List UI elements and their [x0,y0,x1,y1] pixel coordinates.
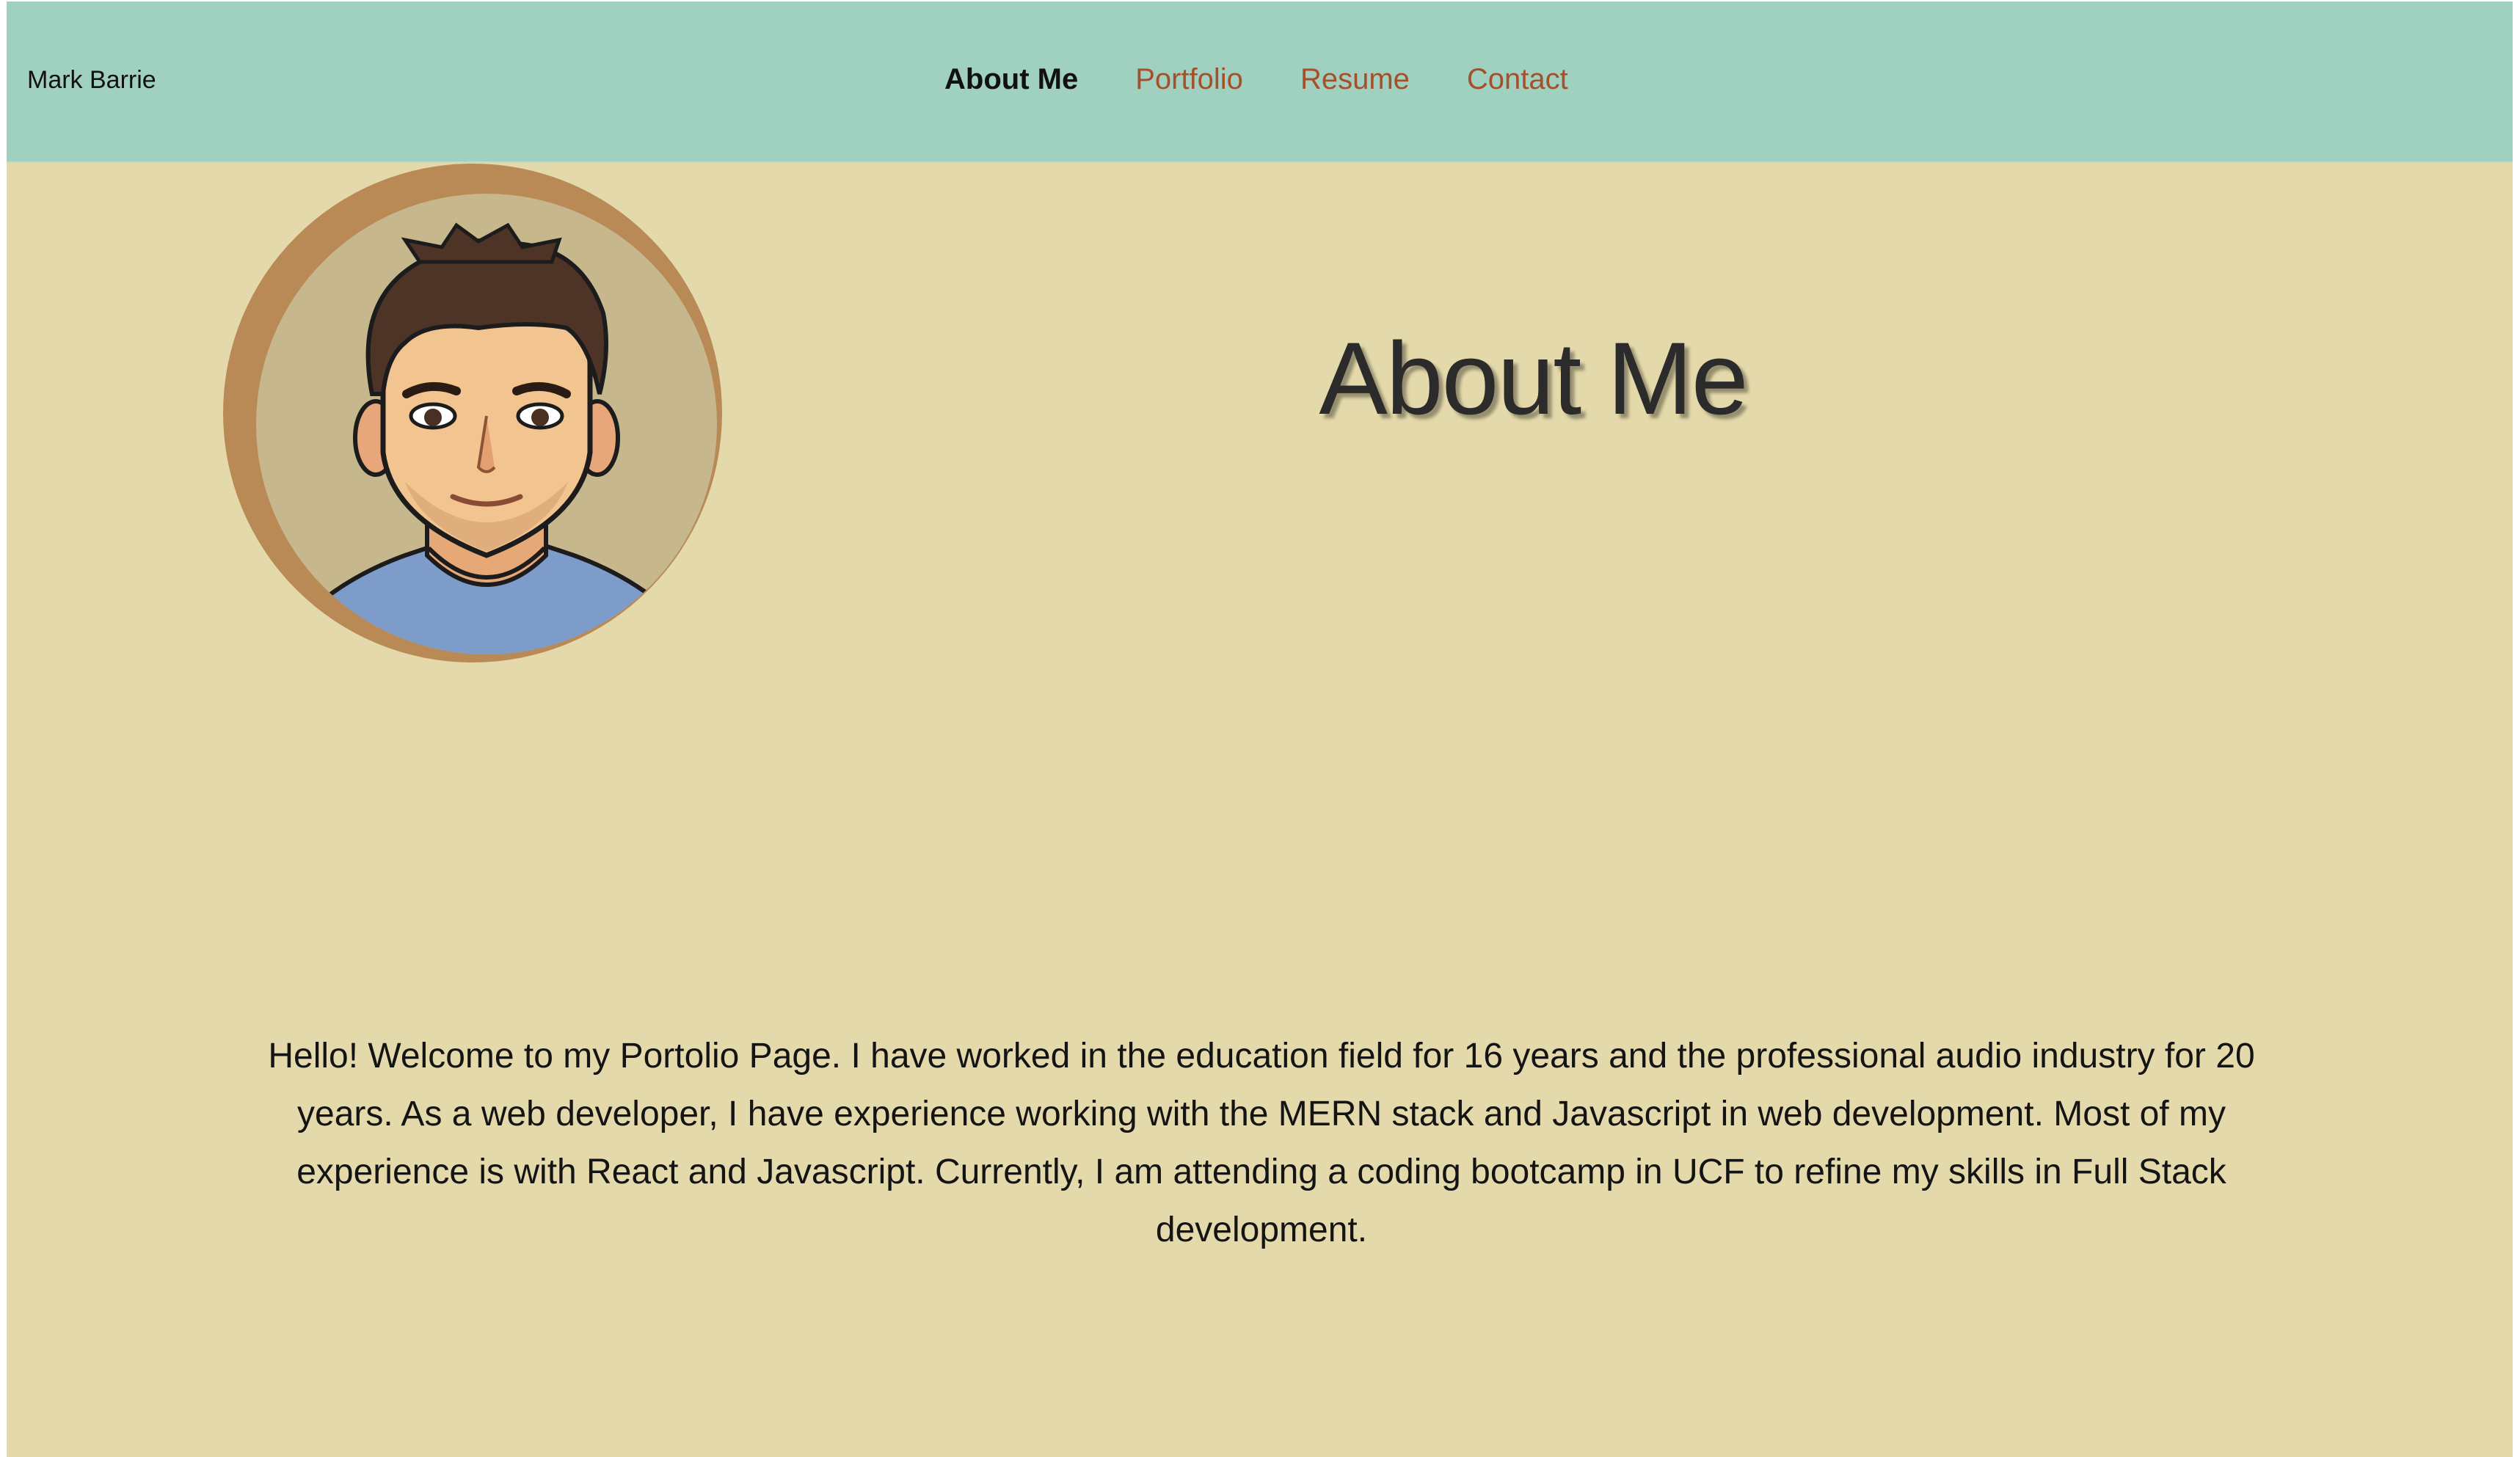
nav-resume[interactable]: Resume [1300,65,1410,94]
avatar [222,163,723,663]
nav-contact[interactable]: Contact [1467,65,1568,94]
nav-links: About Me Portfolio Resume Contact [944,65,1568,94]
bio-paragraph: Hello! Welcome to my Portolio Page. I ha… [268,1037,2255,1249]
page: Mark Barrie About Me Portfolio Resume Co… [7,1,2513,1457]
brand-name[interactable]: Mark Barrie [27,67,156,92]
top-navbar: Mark Barrie About Me Portfolio Resume Co… [7,1,2513,163]
avatar-portrait-icon [223,164,722,662]
nav-portfolio[interactable]: Portfolio [1135,65,1243,94]
page-title: About Me [1319,321,1748,436]
nav-about-me[interactable]: About Me [944,65,1078,94]
